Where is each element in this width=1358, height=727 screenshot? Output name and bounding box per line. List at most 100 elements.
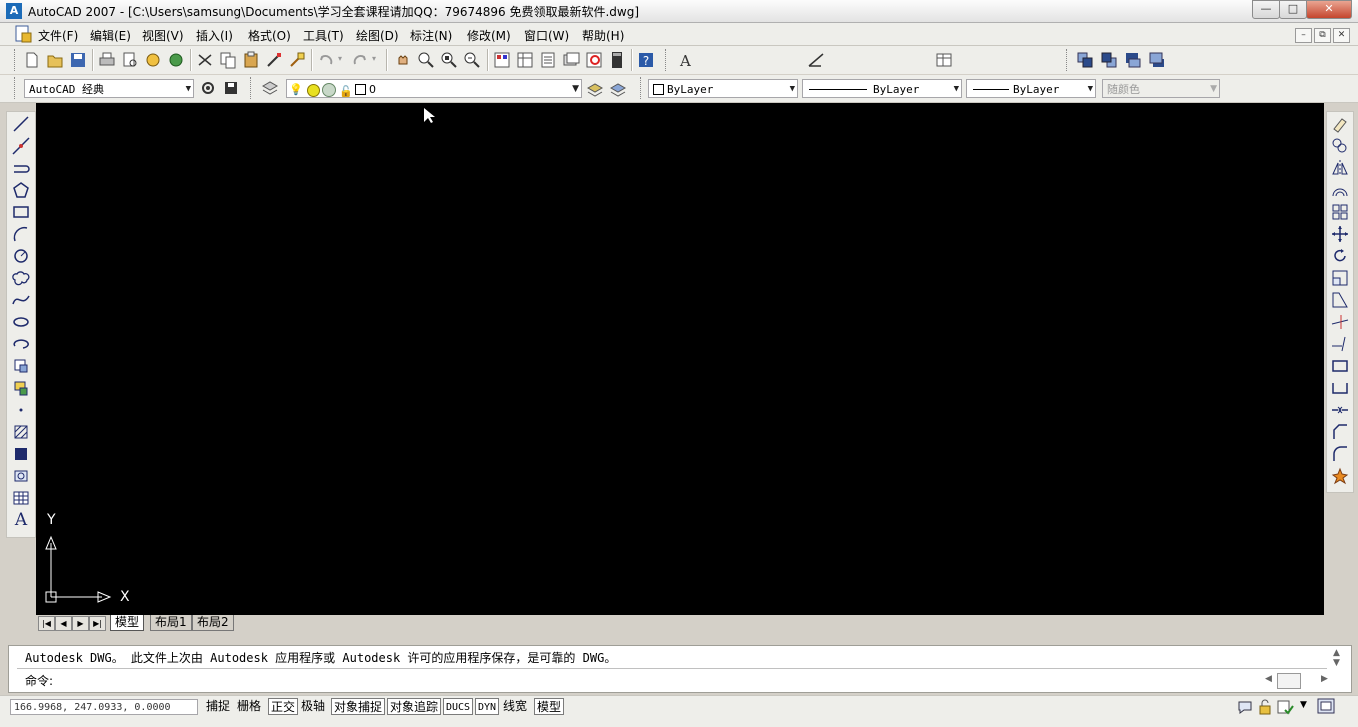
ellipse-icon[interactable]	[10, 312, 32, 332]
command-prompt[interactable]: 命令:	[25, 672, 53, 689]
toolbar-grip[interactable]	[250, 77, 254, 99]
scroll-right-icon[interactable]: ▶	[1321, 674, 1328, 684]
tab-model[interactable]: 模型	[110, 615, 145, 631]
layer-previous-icon[interactable]	[608, 78, 628, 98]
toggle-object-tracking[interactable]: 对象追踪	[387, 698, 442, 715]
next-tab-icon[interactable]: ▶	[72, 616, 89, 631]
clean-screen-icon[interactable]	[1316, 697, 1336, 715]
redo-dropdown-icon[interactable]: ▾	[372, 54, 376, 63]
menu-edit[interactable]: 编辑(E)	[90, 27, 131, 44]
extend-icon[interactable]	[1329, 334, 1351, 354]
window-close-button[interactable]: ✕	[1306, 0, 1352, 19]
rotate-icon[interactable]	[1329, 246, 1351, 266]
help-icon[interactable]: ?	[636, 50, 656, 70]
line-icon[interactable]	[10, 114, 32, 134]
linetype-select[interactable]: ByLayer ▼	[802, 79, 962, 98]
color-select[interactable]: ByLayer ▼	[648, 79, 798, 98]
horizontal-scroll-thumb[interactable]	[1277, 673, 1301, 689]
break-at-point-icon[interactable]	[1329, 356, 1351, 376]
arc-icon[interactable]	[10, 224, 32, 244]
toggle-model-space[interactable]: 模型	[534, 698, 565, 715]
polyline-icon[interactable]	[10, 158, 32, 178]
window-maximize-button[interactable]: □	[1279, 0, 1307, 19]
coordinate-display[interactable]: 166.9968, 247.0933, 0.0000	[10, 699, 198, 715]
menu-file[interactable]: 文件(F)	[38, 27, 78, 44]
zoom-window-icon[interactable]	[439, 50, 459, 70]
layer-viewport-icon[interactable]	[322, 83, 336, 97]
rectangle-icon[interactable]	[10, 202, 32, 222]
zoom-realtime-icon[interactable]	[416, 50, 436, 70]
gradient-icon[interactable]	[10, 444, 32, 464]
offset-icon[interactable]	[1329, 180, 1351, 200]
toggle-snap[interactable]: 捕捉	[204, 698, 232, 715]
fillet-icon[interactable]	[1329, 444, 1351, 464]
doc-minimize-button[interactable]: –	[1295, 28, 1312, 43]
new-file-icon[interactable]	[22, 50, 42, 70]
erase-icon[interactable]	[1329, 114, 1351, 134]
menu-help[interactable]: 帮助(H)	[582, 27, 624, 44]
drawing-canvas[interactable]: Y X	[36, 103, 1324, 615]
menu-format[interactable]: 格式(O)	[248, 27, 291, 44]
move-icon[interactable]	[1329, 224, 1351, 244]
region-icon[interactable]	[10, 466, 32, 486]
toolbar-grip[interactable]	[1066, 49, 1070, 71]
text-style-icon[interactable]: A	[676, 50, 696, 70]
point-icon[interactable]	[10, 400, 32, 420]
toggle-dyn[interactable]: DYN	[475, 698, 500, 715]
toolbar-grip[interactable]	[14, 49, 18, 71]
join-icon[interactable]	[1329, 400, 1351, 420]
open-file-icon[interactable]	[45, 50, 65, 70]
draw-order-above-icon[interactable]	[1123, 50, 1143, 70]
window-minimize-button[interactable]: —	[1252, 0, 1280, 19]
toggle-ortho[interactable]: 正交	[268, 698, 299, 715]
table-icon[interactable]	[10, 488, 32, 508]
zoom-previous-icon[interactable]	[462, 50, 482, 70]
scroll-left-icon[interactable]: ◀	[1265, 674, 1272, 684]
undo-icon[interactable]	[316, 50, 336, 70]
publish-icon[interactable]	[143, 50, 163, 70]
insert-block-icon[interactable]	[10, 356, 32, 376]
draw-order-back-icon[interactable]	[1099, 50, 1119, 70]
make-object-layer-current-icon[interactable]	[585, 78, 605, 98]
plotstyle-select[interactable]: 随颜色 ▼	[1102, 79, 1220, 98]
toolbar-grip[interactable]	[640, 77, 644, 99]
menu-tools[interactable]: 工具(T)	[303, 27, 344, 44]
document-icon[interactable]	[14, 25, 32, 43]
workspace-select[interactable]: AutoCAD 经典 ▼	[24, 79, 194, 98]
draw-order-under-icon[interactable]	[1147, 50, 1167, 70]
first-tab-icon[interactable]: |◀	[38, 616, 55, 631]
3d-dwf-icon[interactable]	[166, 50, 186, 70]
revision-cloud-icon[interactable]	[10, 268, 32, 288]
save-workspace-icon[interactable]	[221, 78, 241, 98]
toggle-ducs[interactable]: DUCS	[443, 698, 474, 715]
menu-view[interactable]: 视图(V)	[142, 27, 184, 44]
toggle-object-snap[interactable]: 对象捕捉	[331, 698, 386, 715]
doc-restore-button[interactable]: ⧉	[1314, 28, 1331, 43]
communication-center-icon[interactable]	[1236, 698, 1254, 716]
hatch-icon[interactable]	[10, 422, 32, 442]
make-block-icon[interactable]	[10, 378, 32, 398]
ellipse-arc-icon[interactable]	[10, 334, 32, 354]
explode-icon[interactable]	[1329, 466, 1351, 486]
design-center-icon[interactable]	[515, 50, 535, 70]
scale-icon[interactable]	[1329, 268, 1351, 288]
layer-on-icon[interactable]: 💡	[289, 80, 303, 97]
chamfer-icon[interactable]	[1329, 422, 1351, 442]
multiline-text-icon[interactable]: A	[10, 510, 32, 530]
copy-icon[interactable]	[218, 50, 238, 70]
menu-draw[interactable]: 绘图(D)	[356, 27, 399, 44]
table-style-icon[interactable]	[934, 50, 954, 70]
plot-preview-icon[interactable]	[120, 50, 140, 70]
toggle-grid[interactable]: 栅格	[235, 698, 263, 715]
last-tab-icon[interactable]: ▶|	[89, 616, 106, 631]
notification-icon[interactable]	[1276, 698, 1294, 716]
toolbar-grip[interactable]	[665, 49, 669, 71]
plot-icon[interactable]	[97, 50, 117, 70]
stretch-icon[interactable]	[1329, 290, 1351, 310]
previous-tab-icon[interactable]: ◀	[55, 616, 72, 631]
layer-manager-icon[interactable]	[260, 78, 280, 98]
copy-object-icon[interactable]	[1329, 136, 1351, 156]
menu-window[interactable]: 窗口(W)	[524, 27, 569, 44]
scroll-up-icon[interactable]: ▲	[1333, 648, 1340, 658]
toggle-polar[interactable]: 极轴	[299, 698, 327, 715]
